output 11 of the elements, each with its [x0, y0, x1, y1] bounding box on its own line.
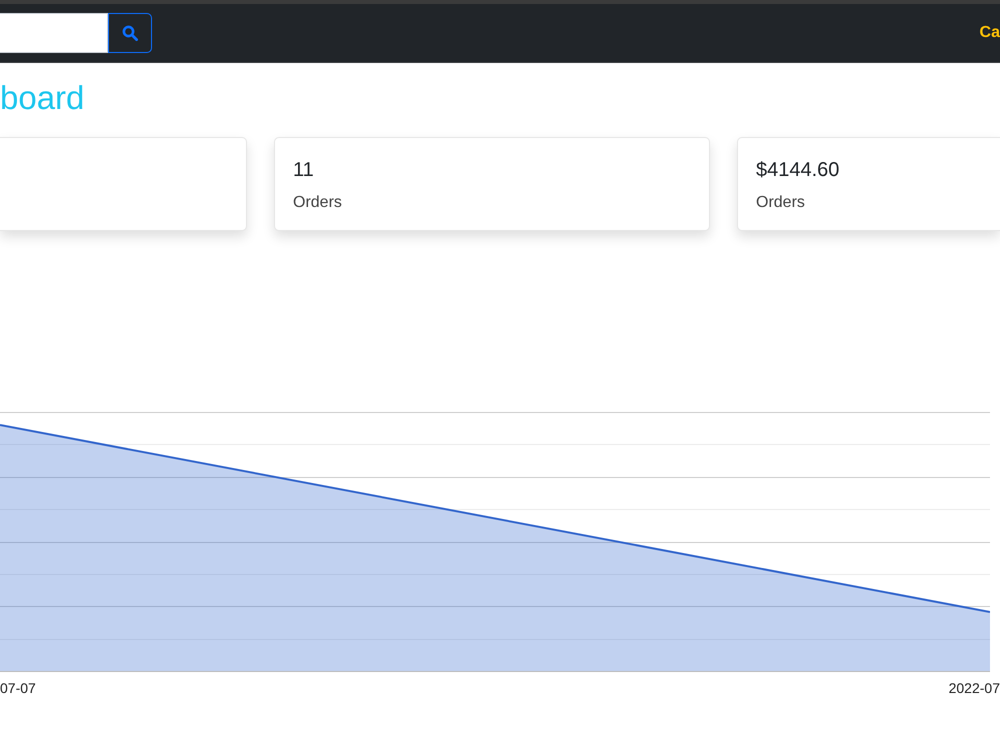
nav-link[interactable]: Ca — [980, 21, 1000, 45]
search-icon — [122, 25, 138, 41]
axis-label: 07-07 — [0, 680, 36, 696]
search-button[interactable] — [108, 13, 152, 53]
stat-label: Orders — [293, 193, 342, 213]
page-title: board — [0, 79, 84, 117]
stat-value: 11 — [293, 158, 314, 182]
axis-label: 2022-07 — [948, 680, 1000, 696]
search-field[interactable] — [0, 13, 108, 53]
stat-label: Orders — [756, 193, 805, 213]
stat-value: $4144.60 — [756, 158, 840, 182]
